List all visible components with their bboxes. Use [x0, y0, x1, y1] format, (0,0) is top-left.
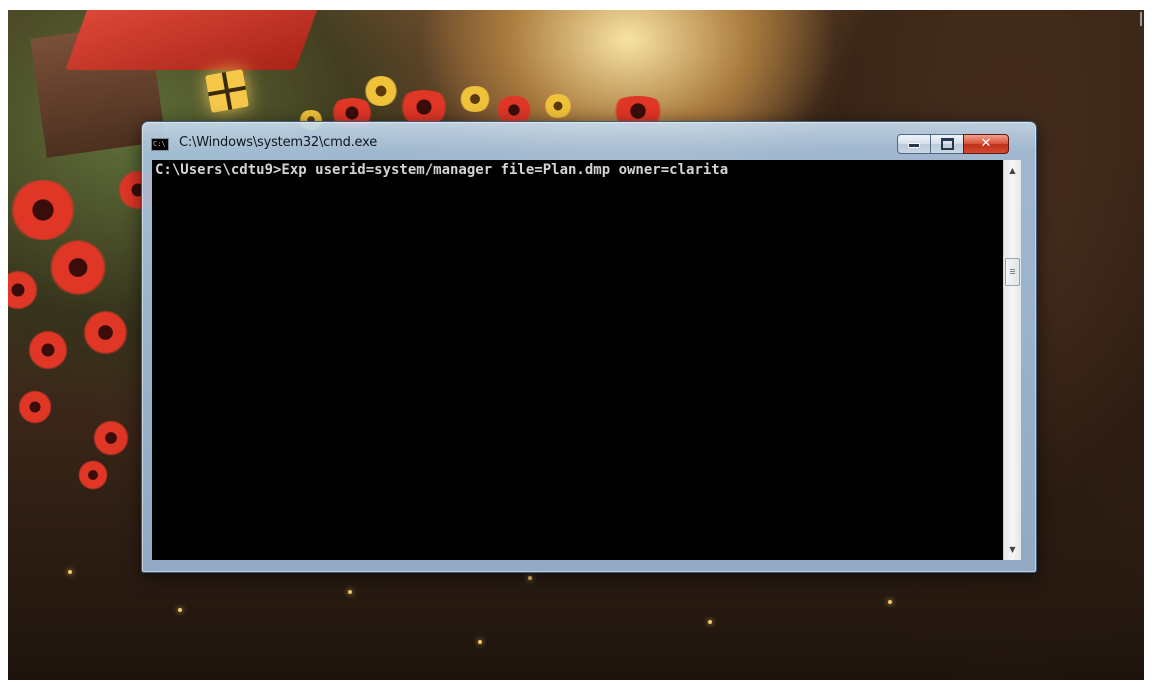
scroll-up-arrow-icon[interactable]: ▲: [1004, 162, 1021, 179]
console-output[interactable]: C:\Users\cdtu9>Exp userid=system/manager…: [152, 160, 1003, 560]
wallpaper-firefly: [478, 640, 482, 644]
wallpaper-house-roof: [65, 10, 321, 70]
maximize-icon: [940, 138, 954, 150]
screen-edge-marker: [1140, 12, 1142, 26]
maximize-button[interactable]: [930, 134, 964, 154]
wallpaper-firefly: [68, 570, 72, 574]
wallpaper-flower: [83, 310, 128, 355]
grip-line: [1010, 269, 1015, 270]
wallpaper-flower: [78, 460, 108, 490]
title-bar[interactable]: C:\ C:\Windows\system32\cmd.exe ✕: [142, 122, 1036, 160]
wallpaper-flower: [18, 390, 52, 424]
close-button[interactable]: ✕: [963, 134, 1009, 154]
wallpaper-house-window: [204, 68, 250, 114]
wallpaper-flower: [363, 76, 399, 106]
scroll-down-arrow-icon[interactable]: ▼: [1004, 541, 1021, 558]
command-line[interactable]: C:\Users\cdtu9>Exp userid=system/manager…: [155, 162, 728, 178]
close-icon: ✕: [980, 136, 992, 151]
wallpaper-flower: [28, 330, 68, 370]
wallpaper-firefly: [348, 590, 352, 594]
minimize-button[interactable]: [897, 134, 931, 154]
wallpaper-flower: [8, 180, 78, 240]
wallpaper-firefly: [528, 576, 532, 580]
wallpaper-flower: [396, 90, 452, 124]
wallpaper-flower: [93, 420, 129, 456]
cmd-window[interactable]: C:\ C:\Windows\system32\cmd.exe ✕ C:\Use…: [141, 121, 1037, 573]
window-title: C:\Windows\system32\cmd.exe: [179, 135, 378, 150]
minimize-icon: [908, 143, 920, 148]
wallpaper-flower: [543, 94, 573, 118]
wallpaper-firefly: [708, 620, 712, 624]
grip-line: [1010, 271, 1015, 272]
wallpaper-flower: [458, 86, 492, 112]
vertical-scrollbar[interactable]: ▲ ▼: [1003, 160, 1021, 560]
wallpaper-flower: [48, 240, 108, 295]
cmd-console-icon[interactable]: C:\: [151, 138, 169, 151]
wallpaper-flower: [8, 270, 38, 310]
wallpaper-flower: [494, 96, 534, 124]
wallpaper-firefly: [178, 608, 182, 612]
scroll-thumb[interactable]: [1005, 258, 1020, 286]
wallpaper-firefly: [888, 600, 892, 604]
grip-line: [1010, 273, 1015, 274]
